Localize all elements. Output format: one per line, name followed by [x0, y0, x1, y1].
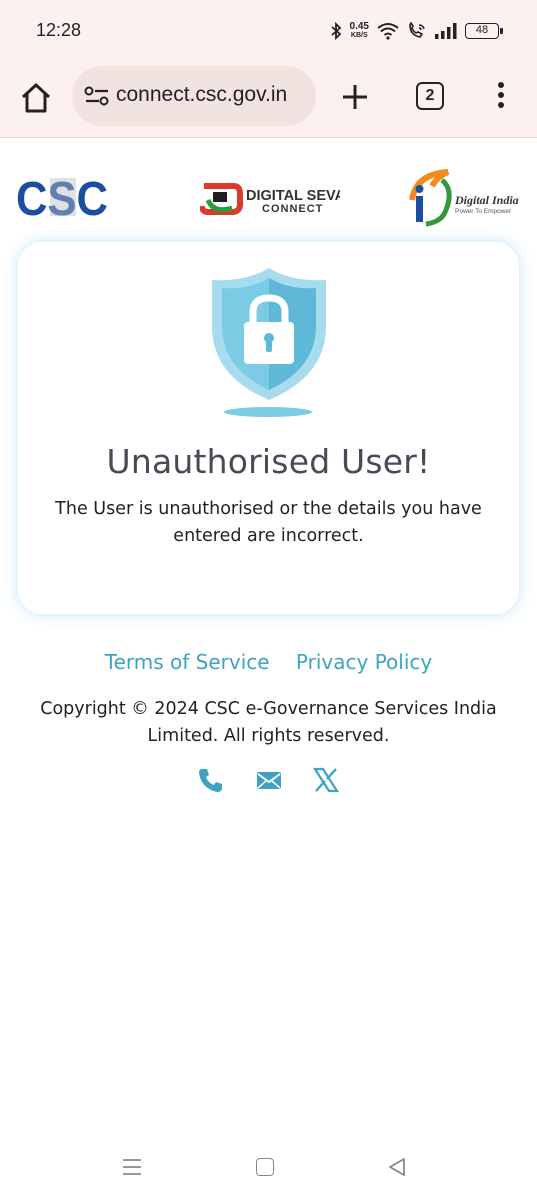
bluetooth-icon — [330, 22, 341, 40]
url-text[interactable]: connect.csc.gov.in — [116, 83, 306, 107]
home-icon[interactable] — [18, 80, 54, 116]
menu-dot — [498, 92, 504, 98]
phone-icon[interactable] — [197, 766, 225, 794]
copyright-text: Copyright © 2024 CSC e-Governance Servic… — [40, 699, 497, 746]
privacy-policy-link[interactable]: Privacy Policy — [296, 650, 432, 674]
browser-toolbar: connect.csc.gov.in 2 — [0, 62, 537, 138]
recent-apps-icon[interactable] — [122, 1158, 142, 1176]
digital-india-logo: Digital India Power To Empower — [409, 169, 519, 227]
x-icon[interactable] — [312, 766, 340, 794]
network-speed-unit: KB/S — [350, 32, 368, 39]
unauthorised-card: Unauthorised User! The User is unauthori… — [18, 242, 519, 614]
social-links — [0, 766, 537, 794]
error-message: The User is unauthorised or the details … — [55, 499, 482, 546]
menu-dot — [498, 102, 504, 108]
menu-dot — [498, 82, 504, 88]
csc-logo: CSC — [16, 176, 108, 218]
new-tab-icon[interactable] — [340, 82, 370, 112]
connect-text: CONNECT — [262, 203, 323, 215]
power-to-empower-text: Power To Empower — [455, 208, 512, 215]
status-bar: 12:28 0.45 KB/S 48 — [0, 0, 537, 62]
status-time: 12:28 — [36, 20, 82, 40]
wifi-calling-icon — [409, 22, 425, 38]
site-settings-icon[interactable] — [84, 84, 110, 108]
system-home-icon[interactable] — [256, 1158, 274, 1176]
status-icons: 0.45 KB/S 48 — [330, 18, 503, 44]
network-speed: 0.45 KB/S — [350, 22, 369, 40]
footer-links: Terms of Service Privacy Policy — [0, 650, 537, 674]
mail-icon[interactable] — [255, 766, 283, 794]
system-navigation-bar — [0, 1140, 537, 1200]
tab-switcher-button[interactable]: 2 — [416, 82, 444, 110]
signal-icon — [435, 23, 457, 39]
network-speed-value: 0.45 — [349, 21, 369, 32]
address-bar[interactable]: connect.csc.gov.in — [72, 66, 316, 126]
terms-of-service-link[interactable]: Terms of Service — [105, 650, 270, 674]
shield-lock-icon — [212, 268, 326, 417]
wifi-icon — [377, 23, 399, 40]
digital-seva-text: DIGITAL SEVA — [246, 188, 340, 204]
digital-seva-connect-logo: DIGITAL SEVA CONNECT — [200, 183, 340, 215]
battery-indicator: 48 — [465, 23, 503, 39]
digital-india-text: Digital India — [454, 193, 519, 207]
back-icon[interactable] — [388, 1157, 406, 1177]
error-title: Unauthorised User! — [106, 442, 431, 481]
more-options-icon[interactable] — [490, 80, 512, 114]
